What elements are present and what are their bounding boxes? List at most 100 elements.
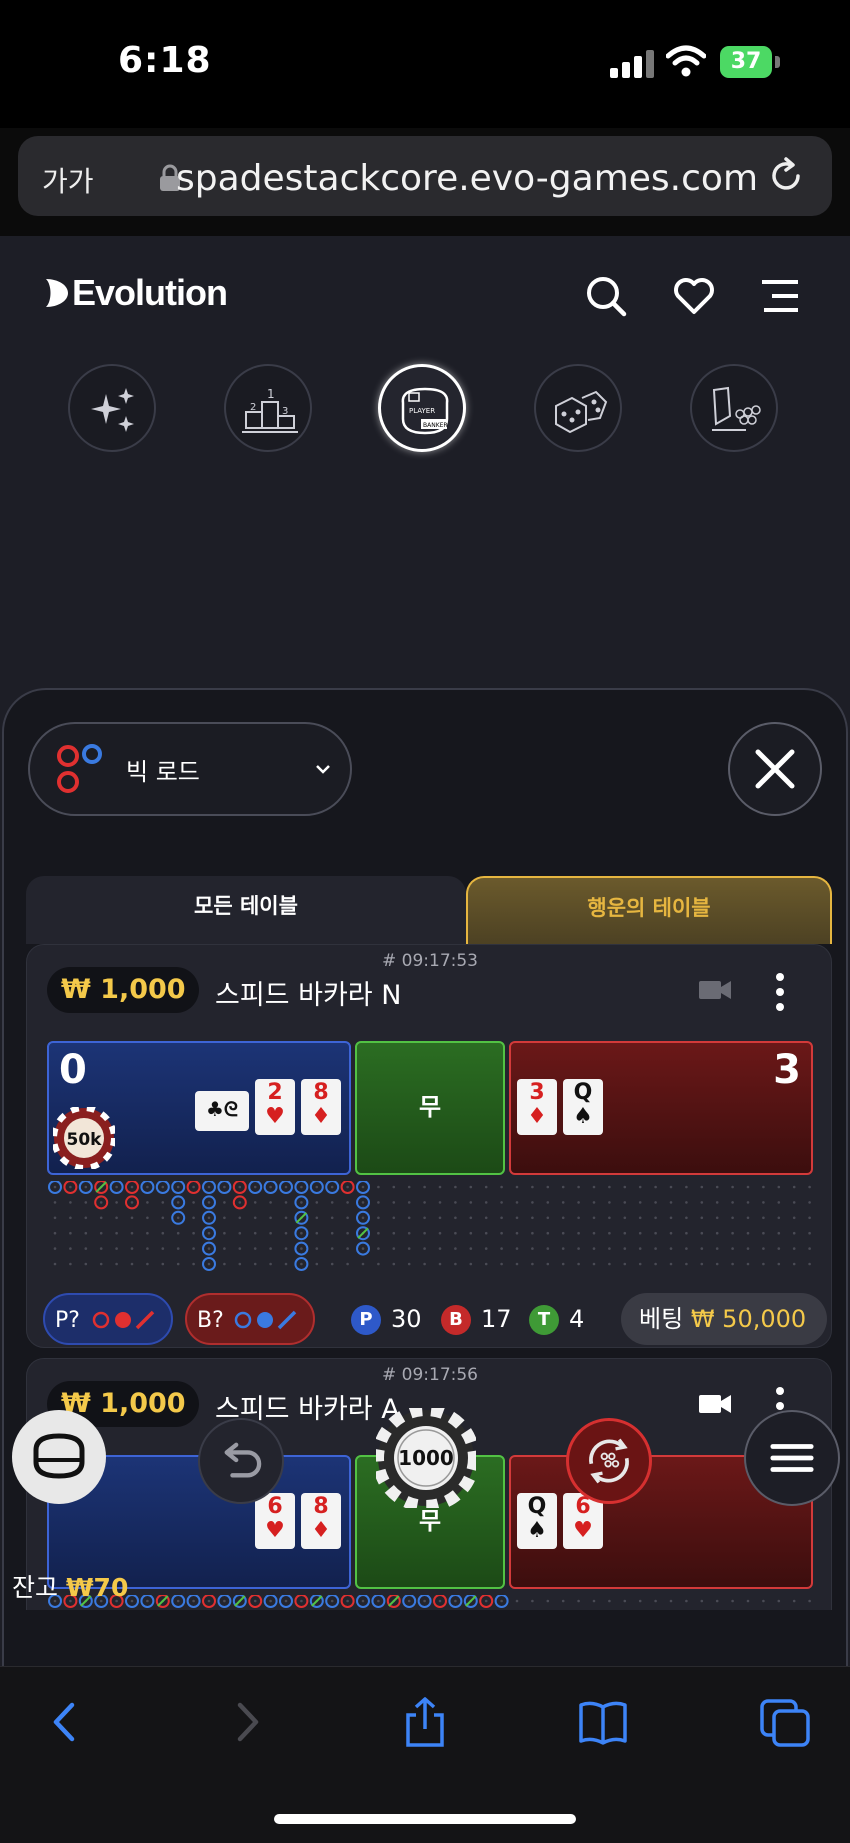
- repeat-bet-button[interactable]: [566, 1418, 652, 1504]
- road-tie-slash: [465, 1595, 477, 1607]
- road-grid-dot: [253, 1247, 257, 1250]
- road-grid-dot: [608, 1599, 611, 1603]
- road-grid-dot: [731, 1262, 734, 1266]
- player-prediction-label: P?: [55, 1308, 80, 1333]
- road-grid-dot: [700, 1599, 704, 1603]
- road-grid-dot: [746, 1185, 750, 1189]
- bookmarks-icon[interactable]: [578, 1697, 628, 1747]
- road-grid-dot: [792, 1247, 796, 1250]
- road-grid-dot: [592, 1231, 596, 1235]
- total-bet-badge: 베팅 ₩ 50,000: [621, 1293, 827, 1345]
- road-grid-dot: [315, 1231, 319, 1235]
- road-grid-dot: [361, 1247, 365, 1250]
- tabs-icon[interactable]: [760, 1697, 810, 1747]
- road-grid-dot: [469, 1247, 473, 1250]
- road-grid-dot: [484, 1262, 488, 1266]
- category-top-games[interactable]: 1 2 3: [224, 364, 312, 452]
- player-bet-zone[interactable]: 0 ♣ᘓ 2 ♥ 8 ♦ 50k: [47, 1041, 351, 1175]
- table-list: # 09:17:53 ₩ 1,000 스피드 바카라 N 0 ♣ᘓ 2 ♥ 8 ♦: [26, 944, 832, 1610]
- road-grid-dot: [762, 1262, 765, 1266]
- balance-display: 잔고 ₩70: [12, 1568, 128, 1604]
- chip-selector[interactable]: 1000: [376, 1408, 476, 1508]
- table-card[interactable]: # 09:17:53 ₩ 1,000 스피드 바카라 N 0 ♣ᘓ 2 ♥ 8 ♦: [26, 944, 832, 1348]
- category-featured[interactable]: [68, 364, 156, 452]
- road-grid-dot: [115, 1201, 118, 1204]
- undo-button[interactable]: [198, 1418, 284, 1504]
- banker-win-count: B 17: [441, 1293, 512, 1345]
- road-grid-dot: [238, 1185, 242, 1189]
- road-grid-dot: [300, 1247, 303, 1250]
- road-grid-dot: [130, 1201, 134, 1204]
- svg-text:3: 3: [282, 406, 288, 417]
- road-grid-dot: [608, 1247, 611, 1250]
- tab-all-tables[interactable]: 모든 테이블: [26, 876, 466, 950]
- road-grid-dot: [53, 1231, 57, 1235]
- menu-icon[interactable]: [758, 274, 802, 318]
- forward-icon[interactable]: [222, 1697, 272, 1747]
- more-options-icon[interactable]: [775, 973, 785, 1011]
- road-grid-dot: [361, 1216, 365, 1220]
- balance-label: 잔고: [12, 1573, 59, 1602]
- player-prediction-button[interactable]: P?: [43, 1293, 173, 1345]
- road-grid-dot: [161, 1185, 165, 1189]
- road-grid-dot: [638, 1185, 642, 1189]
- road-grid-dot: [700, 1201, 704, 1204]
- table-view-button[interactable]: [12, 1410, 106, 1504]
- road-grid-dot: [284, 1262, 288, 1266]
- banker-prediction-button[interactable]: B?: [185, 1293, 315, 1345]
- tie-bet-zone[interactable]: 무: [355, 1041, 505, 1175]
- category-poker[interactable]: [690, 364, 778, 452]
- search-icon[interactable]: [584, 274, 628, 318]
- road-grid-dot: [407, 1262, 411, 1266]
- video-camera-icon[interactable]: [699, 979, 731, 1001]
- road-grid-dot: [53, 1201, 57, 1204]
- road-grid-dot: [531, 1201, 534, 1204]
- road-type-dropdown[interactable]: 빅 로드: [28, 722, 352, 816]
- road-grid-dot: [130, 1216, 134, 1220]
- road-grid-dot: [746, 1599, 750, 1603]
- category-baccarat[interactable]: PLAYER BANKER: [378, 364, 466, 452]
- banker-bet-zone[interactable]: 3 3 ♦ Q ♠: [509, 1041, 813, 1175]
- table-icon: [33, 1433, 85, 1479]
- player-card-2: 8 ♦: [301, 1079, 341, 1135]
- road-grid-dot: [762, 1599, 765, 1603]
- road-grid-dot: [438, 1185, 442, 1189]
- road-grid-dot: [392, 1247, 396, 1250]
- road-grid-dot: [392, 1231, 396, 1235]
- road-grid-dot: [392, 1216, 396, 1220]
- reader-settings-button[interactable]: 가가: [42, 160, 94, 200]
- share-icon[interactable]: [400, 1697, 450, 1747]
- tab-lucky-tables[interactable]: 행운의 테이블: [466, 876, 832, 950]
- road-grid-dot: [392, 1201, 396, 1204]
- road-grid-dot: [115, 1247, 118, 1250]
- road-grid-dot: [223, 1247, 226, 1250]
- road-grid-dot: [654, 1262, 657, 1266]
- video-camera-icon[interactable]: [699, 1393, 731, 1415]
- road-grid-dot: [715, 1185, 719, 1189]
- address-bar[interactable]: 가가 spadestackcore.evo-games.com: [18, 136, 832, 216]
- road-grid-dot: [438, 1216, 442, 1220]
- road-grid-dot: [99, 1216, 103, 1220]
- road-grid-dot: [284, 1599, 288, 1603]
- road-grid-dot: [577, 1247, 580, 1250]
- category-dice-games[interactable]: [534, 364, 622, 452]
- road-grid-dot: [685, 1185, 688, 1189]
- road-grid-dot: [608, 1185, 611, 1189]
- road-grid-dot: [115, 1231, 118, 1235]
- reload-icon[interactable]: [766, 156, 806, 196]
- close-button[interactable]: [728, 722, 822, 816]
- road-grid-dot: [392, 1185, 396, 1189]
- road-grid-dot: [346, 1262, 349, 1266]
- road-grid-dot: [269, 1262, 272, 1266]
- road-grid-dot: [130, 1231, 134, 1235]
- road-grid-dot: [561, 1185, 565, 1189]
- road-grid-dot: [346, 1247, 349, 1250]
- favorite-heart-icon[interactable]: [672, 274, 716, 318]
- road-grid-dot: [176, 1185, 180, 1189]
- road-grid-dot: [777, 1247, 781, 1250]
- road-grid-dot: [269, 1231, 272, 1235]
- road-grid-dot: [469, 1185, 473, 1189]
- game-menu-button[interactable]: [744, 1410, 840, 1506]
- back-icon[interactable]: [40, 1697, 90, 1747]
- road-grid-dot: [53, 1216, 57, 1220]
